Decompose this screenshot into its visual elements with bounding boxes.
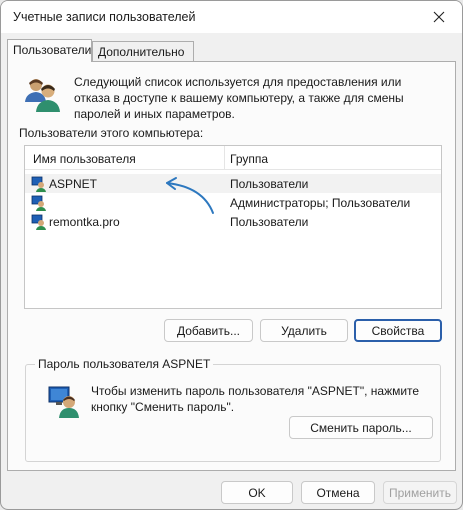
close-icon xyxy=(433,11,445,23)
password-groupbox: Пароль пользователя ASPNET Чтобы изменит… xyxy=(25,357,441,462)
row-group: Пользователи xyxy=(230,215,309,229)
remove-user-button[interactable]: Удалить xyxy=(260,319,348,342)
add-user-button[interactable]: Добавить... xyxy=(164,319,253,342)
password-hint-text: Чтобы изменить пароль пользователя "ASPN… xyxy=(91,384,420,414)
apply-button[interactable]: Применить xyxy=(383,481,457,504)
properties-button[interactable]: Свойства xyxy=(354,319,442,342)
row-username: remontka.pro xyxy=(49,215,120,229)
user-account-icon xyxy=(31,176,46,192)
column-header-group[interactable]: Группа xyxy=(230,152,268,166)
intro-text: Следующий список используется для предос… xyxy=(74,75,404,121)
row-group: Пользователи xyxy=(230,177,309,191)
password-group-title: Пароль пользователя ASPNET xyxy=(35,357,214,371)
change-password-button[interactable]: Сменить пароль... xyxy=(289,416,433,439)
list-header: Имя пользователя Группа xyxy=(25,146,441,170)
user-row-remontka[interactable]: remontka.pro Пользователи xyxy=(25,212,441,231)
user-account-icon xyxy=(31,214,46,230)
title-bar: Учетные записи пользователей xyxy=(1,1,462,33)
users-tab-panel: Следующий список используется для предос… xyxy=(7,61,456,471)
column-separator[interactable] xyxy=(224,146,225,170)
users-listview[interactable]: Имя пользователя Группа ASPNET Пользоват… xyxy=(24,145,442,309)
window-title: Учетные записи пользователей xyxy=(13,10,196,24)
users-icon xyxy=(25,79,60,112)
user-accounts-dialog: Учетные записи пользователей Пользовател… xyxy=(0,0,463,510)
user-row-admin[interactable]: Администраторы; Пользователи xyxy=(25,193,441,212)
tab-advanced[interactable]: Дополнительно xyxy=(92,41,194,61)
close-button[interactable] xyxy=(416,1,462,33)
column-header-username[interactable]: Имя пользователя xyxy=(33,152,136,166)
user-row-aspnet[interactable]: ASPNET Пользователи xyxy=(25,174,441,193)
cancel-button[interactable]: Отмена xyxy=(301,481,375,504)
change-password-icon xyxy=(48,386,79,418)
row-username: ASPNET xyxy=(49,177,98,191)
row-group: Администраторы; Пользователи xyxy=(230,196,411,210)
ok-button[interactable]: OK xyxy=(221,481,293,504)
annotation-arrow-icon xyxy=(166,177,214,214)
users-list-caption: Пользователи этого компьютера: xyxy=(19,126,204,140)
tab-users[interactable]: Пользователи xyxy=(7,39,92,62)
user-account-icon xyxy=(31,195,46,211)
